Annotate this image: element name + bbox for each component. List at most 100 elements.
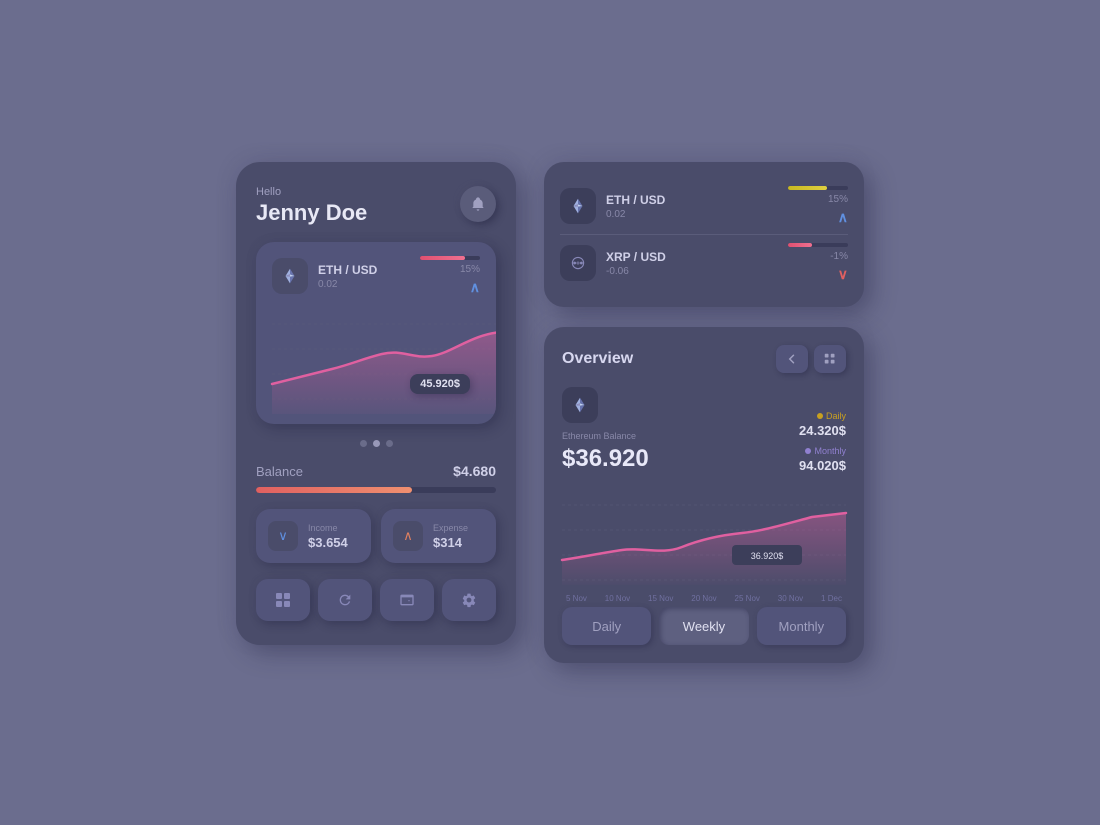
ethereum-icon [281,267,299,285]
x-label-5: 25 Nov [735,594,760,603]
crypto-name: ETH / USD [318,263,377,277]
crypto-details: ETH / USD 0.02 [318,263,377,290]
overview-eth-icon [562,387,598,423]
tab-weekly[interactable]: Weekly [659,607,748,645]
eth-progress-bar [788,186,848,190]
income-card: ∨ Income $3.654 [256,509,371,563]
crypto-percent: 15% [460,264,480,275]
monthly-stat: Monthly 94.020$ [799,446,846,473]
settings-icon [461,592,477,608]
income-icon: ∨ [268,521,298,551]
overview-body: Ethereum Balance $36.920 Daily 24.320$ [562,387,846,473]
tab-monthly[interactable]: Monthly [757,607,846,645]
eth-price-icon [560,188,596,224]
crypto-card: ETH / USD 0.02 15% ∧ [256,242,496,424]
header-row: Hello Jenny Doe [256,186,496,226]
xrp-icon [569,254,587,272]
overview-grid-icon [824,353,836,365]
crypto-top: ETH / USD 0.02 15% ∧ [272,256,480,296]
price-left-eth: ETH / USD 0.02 [560,188,665,224]
overview-controls [776,345,846,373]
xrp-percent: -1% [830,251,848,262]
grid-icon [275,592,291,608]
daily-value: 24.320$ [799,423,846,438]
username: Jenny Doe [256,200,367,226]
eth-price-val: 0.02 [606,209,665,220]
price-right-eth: 15% ∧ [788,186,848,226]
crypto-info: ETH / USD 0.02 [272,258,377,294]
ethereum-price-icon [569,197,587,215]
greeting: Hello [256,186,367,198]
dot-3 [386,440,393,447]
xrp-price-details: XRP / USD -0.06 [606,250,666,277]
x-label-4: 20 Nov [691,594,716,603]
xrp-down-arrow-icon: ∨ [838,266,848,283]
dot-1 [360,440,367,447]
x-label-3: 15 Nov [648,594,673,603]
overview-ethereum-icon [571,396,589,414]
wallet-icon [399,592,415,608]
balance-label: Balance [256,464,303,479]
overview-card: Overview [544,327,864,663]
bell-button[interactable] [460,186,496,222]
price-right-xrp: -1% ∨ [788,243,848,283]
chart-value-badge: 45.920$ [410,374,470,394]
xrp-price-name: XRP / USD [606,250,666,264]
x-label-7: 1 Dec [821,594,842,603]
eth-percent: 15% [828,194,848,205]
bottom-nav [256,579,496,621]
refresh-icon [337,592,353,608]
overview-left: Ethereum Balance $36.920 [562,387,744,473]
price-item-xrp: XRP / USD -0.06 -1% ∨ [560,234,848,291]
monthly-label: Monthly [799,446,846,456]
down-arrow-icon: ∨ [278,528,288,544]
balance-row: Balance $4.680 [256,463,496,479]
overview-grid-button[interactable] [814,345,846,373]
expense-card: ∧ Expense $314 [381,509,496,563]
wallet-nav-button[interactable] [380,579,434,621]
balance-bar [256,487,496,493]
daily-stat: Daily 24.320$ [799,411,846,438]
crypto-progress-fill [420,256,465,260]
income-value: $3.654 [308,535,348,550]
balance-fill [256,487,412,493]
tab-daily[interactable]: Daily [562,607,651,645]
overview-header: Overview [562,345,846,373]
eth-up-arrow-icon: ∧ [838,209,848,226]
carousel-dots [256,440,496,447]
balance-value: $4.680 [453,463,496,479]
right-panel: ETH / USD 0.02 15% ∧ [544,162,864,663]
overview-chart-svg: 36.920$ [562,485,846,585]
user-info: Hello Jenny Doe [256,186,367,226]
eth-icon [272,258,308,294]
expense-icon: ∧ [393,521,423,551]
settings-nav-button[interactable] [442,579,496,621]
eth-price-name: ETH / USD [606,193,665,207]
dot-2 [373,440,380,447]
income-expense-row: ∨ Income $3.654 ∧ Expense $314 [256,509,496,563]
monthly-value: 94.020$ [799,458,846,473]
crypto-chart: 45.920$ [272,304,480,424]
refresh-nav-button[interactable] [318,579,372,621]
expense-info: Expense $314 [433,523,468,550]
overview-back-button[interactable] [776,345,808,373]
income-label: Income [308,523,348,533]
x-label-2: 10 Nov [605,594,630,603]
crypto-price: 0.02 [318,279,377,290]
price-cards: ETH / USD 0.02 15% ∧ [544,162,864,307]
eth-balance-label: Ethereum Balance [562,431,744,441]
back-arrow-icon [786,353,798,365]
overview-chart-container: 36.920$ [562,485,846,590]
grid-nav-button[interactable] [256,579,310,621]
eth-price-details: ETH / USD 0.02 [606,193,665,220]
crypto-chart-svg [272,304,496,414]
up-arrow-icon: ∧ [470,279,480,296]
x-axis: 5 Nov 10 Nov 15 Nov 20 Nov 25 Nov 30 Nov… [562,594,846,603]
bell-icon [470,196,486,212]
up-arrow-icon: ∧ [403,528,413,544]
time-tabs: Daily Weekly Monthly [562,607,846,645]
eth-progress-fill [788,186,827,190]
daily-label: Daily [799,411,846,421]
x-label-6: 30 Nov [778,594,803,603]
expense-label: Expense [433,523,468,533]
